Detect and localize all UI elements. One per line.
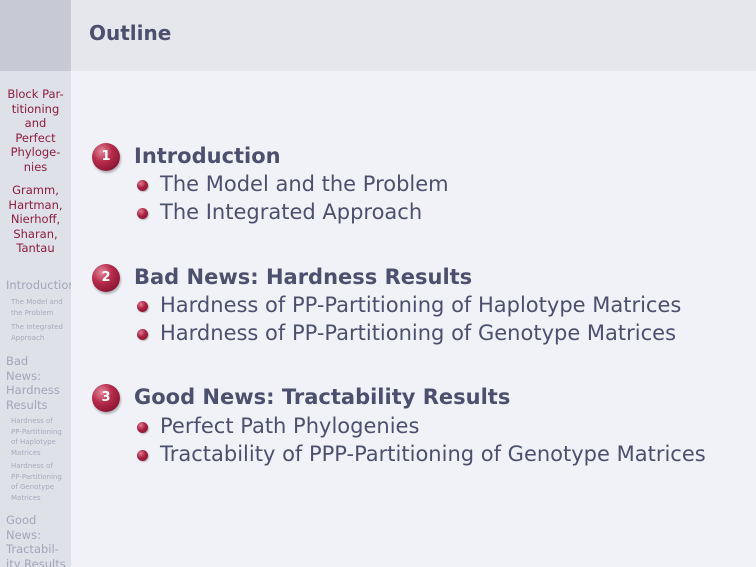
section-number-badge: 1 [92, 143, 120, 171]
sidebar-subsection-line: Matrices [11, 493, 41, 502]
toc-section-bad-news[interactable]: Bad News: Hardness Results [134, 265, 472, 289]
sidebar-title-line: Perfect [15, 130, 56, 145]
sidebar-title-line: Block Par- [7, 87, 64, 101]
toc-section-introduction[interactable]: Introduction [134, 144, 281, 168]
sidebar-subsection-hardness-genotype[interactable]: Hardness of PP-Partitioning of Genotype … [11, 461, 69, 503]
section-number-badge: 2 [92, 264, 120, 292]
sidebar-subsection-line: of Genotype [11, 483, 55, 491]
sidebar-subsection-line: of Haplotype [11, 438, 56, 446]
sidebar-section-line: Results [6, 397, 48, 412]
sidebar-section-line: News: [6, 368, 41, 383]
sidebar-section-line: Bad [6, 354, 29, 368]
sidebar-subsection-line: Matrices [11, 448, 41, 457]
sidebar-subsection-line: PP-Partitioning [11, 427, 62, 436]
sidebar-section-introduction[interactable]: Introduction [6, 278, 71, 293]
sidebar-presentation-title[interactable]: Block Par- titioning and Perfect Phyloge… [0, 87, 71, 174]
sidebar-section-bad-news[interactable]: Bad News: Hardness Results [6, 354, 60, 412]
sidebar-author-line: Nierhoff, [10, 212, 61, 226]
sidebar-section-good-news[interactable]: Good News: Tractabil- ity Results [6, 513, 66, 567]
frame-title-bar: Outline [71, 0, 756, 71]
sidebar-subsection-line: Hardness of [11, 417, 53, 425]
sidebar-title-line: and [24, 116, 47, 130]
sidebar-subsection-line: the Problem [11, 308, 54, 317]
toc-subsection-tractability-ppp[interactable]: Tractability of PPP-Partitioning of Geno… [160, 442, 706, 466]
sidebar-author-line: Gramm, [12, 183, 59, 197]
sidebar-section-line: News: [6, 527, 41, 542]
sidebar-authors: Gramm, Hartman, Nierhoff, Sharan, Tantau [0, 183, 71, 256]
sidebar-author-line: Sharan, [13, 226, 58, 241]
corner-block [0, 0, 71, 71]
sidebar-author-line: Tantau [16, 241, 55, 255]
bullet-icon [137, 208, 148, 219]
bullet-icon [137, 329, 148, 340]
toc-section-good-news[interactable]: Good News: Tractability Results [134, 385, 510, 409]
toc-subsection-perfect-path-phylogenies[interactable]: Perfect Path Phylogenies [160, 414, 419, 438]
sidebar-section-line: Tractabil- [6, 542, 59, 556]
bullet-icon [137, 422, 148, 433]
section-number-badge: 3 [92, 384, 120, 412]
bullet-icon [137, 450, 148, 461]
sidebar-subsection-line: The Model and [11, 298, 63, 306]
sidebar-subsection-line: Approach [11, 333, 45, 342]
toc-subsection-model-problem[interactable]: The Model and the Problem [160, 172, 449, 196]
frame-title: Outline [89, 21, 172, 45]
toc-subsection-hardness-genotype[interactable]: Hardness of PP-Partitioning of Genotype … [160, 321, 676, 345]
sidebar-title-line: titioning [11, 101, 60, 116]
toc-subsection-hardness-haplotype[interactable]: Hardness of PP-Partitioning of Haplotype… [160, 293, 681, 317]
sidebar-section-line: Good [6, 513, 37, 527]
sidebar-title-line: nies [23, 159, 48, 174]
sidebar-section-line: Introduction [6, 278, 71, 292]
sidebar-title-line: Phyloge- [10, 145, 61, 159]
sidebar: Block Par- titioning and Perfect Phyloge… [0, 71, 71, 567]
sidebar-subsection-line: Hardness of [11, 462, 53, 470]
sidebar-section-line: ity Results [6, 556, 66, 567]
sidebar-subsection-hardness-haplotype[interactable]: Hardness of PP-Partitioning of Haplotype… [11, 416, 69, 458]
sidebar-subsection-model-problem[interactable]: The Model and the Problem [11, 297, 69, 318]
slide: Outline Block Par- titioning and Perfect… [0, 0, 756, 567]
sidebar-author-line: Hartman, [8, 197, 63, 212]
bullet-icon [137, 301, 148, 312]
sidebar-subsection-line: The Integrated [11, 323, 63, 331]
sidebar-subsection-line: PP-Partitioning [11, 472, 62, 481]
sidebar-section-line: Hardness [6, 383, 60, 397]
sidebar-subsection-integrated-approach[interactable]: The Integrated Approach [11, 322, 69, 343]
bullet-icon [137, 180, 148, 191]
toc-subsection-integrated-approach[interactable]: The Integrated Approach [160, 200, 422, 224]
